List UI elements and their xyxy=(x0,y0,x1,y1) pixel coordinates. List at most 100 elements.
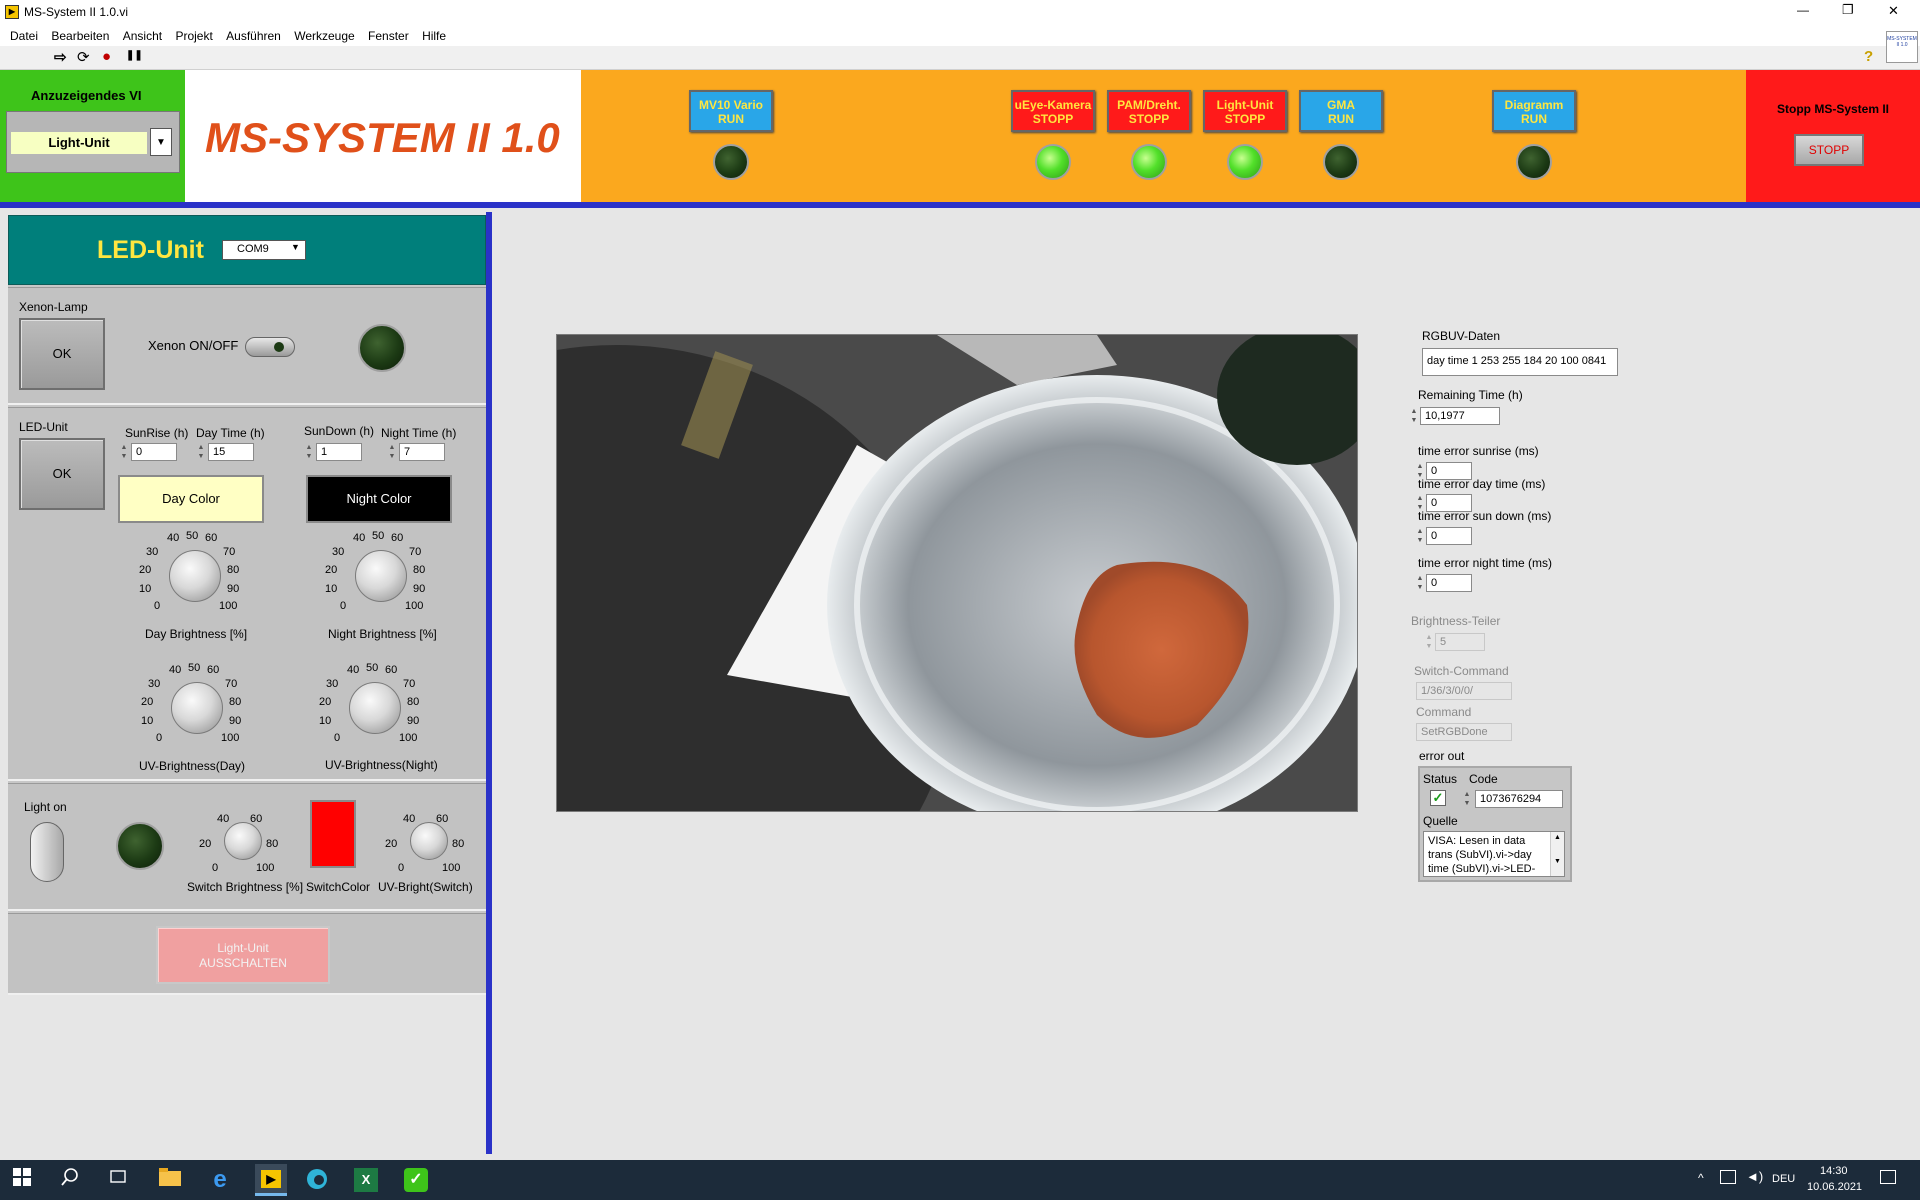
window-title: MS-System II 1.0.vi xyxy=(24,5,129,19)
maximize-button[interactable]: ❐ xyxy=(1842,2,1854,18)
vi-control-panel: MV10 Vario RUN uEye-Kamera STOPP PAM/Dreht… xyxy=(581,70,1746,202)
task-view-icon[interactable] xyxy=(106,1168,130,1192)
clock-time[interactable]: 14:30 xyxy=(1820,1165,1848,1177)
quelle-value: VISA: Lesen in data trans (SubVI).vi->da… xyxy=(1428,835,1536,875)
tray-chevron-icon[interactable]: ^ xyxy=(1698,1171,1704,1185)
menu-datei[interactable]: Datei xyxy=(0,25,38,43)
light-unit-ausschalten-button[interactable]: Light-Unit AUSSCHALTEN xyxy=(156,926,330,984)
xenon-toggle[interactable] xyxy=(245,337,295,357)
uv-day-knob[interactable]: 0 10 20 30 40 50 60 70 80 90 100 xyxy=(128,660,268,760)
day-color-swatch[interactable]: Day Color xyxy=(118,475,264,523)
vi-button-light-unit[interactable]: Light-Unit STOPP xyxy=(1203,90,1287,132)
light-on-label: Light on xyxy=(24,800,67,814)
err-sunrise-label: time error sunrise (ms) xyxy=(1418,444,1539,458)
menu-fenster[interactable]: Fenster xyxy=(358,25,409,43)
uv-switch-knob[interactable]: 0 20 40 60 80 100 xyxy=(374,800,474,880)
chevron-down-icon[interactable]: ▼ xyxy=(291,242,300,252)
switch-brightness-knob[interactable]: 0 20 40 60 80 100 xyxy=(188,800,288,880)
edge-icon[interactable] xyxy=(305,1168,329,1192)
led-gma xyxy=(1323,144,1359,180)
internet-explorer-icon[interactable]: e xyxy=(208,1168,232,1192)
taskbar: e ▶ X ✓ ^ ◄) DEU 14:30 10.06.2021 xyxy=(0,1160,1920,1200)
switch-color-swatch[interactable] xyxy=(310,800,356,868)
com-port-select[interactable]: COM9 ▼ xyxy=(222,240,306,260)
night-brightness-label: Night Brightness [%] xyxy=(328,627,437,641)
night-color-swatch[interactable]: Night Color xyxy=(306,475,452,523)
windows-start-icon[interactable] xyxy=(10,1168,34,1192)
vi-button-mv10[interactable]: MV10 Vario RUN xyxy=(689,90,773,132)
search-icon[interactable] xyxy=(58,1168,82,1192)
rgbuv-value: day time 1 253 255 184 20 100 0841 xyxy=(1422,348,1618,376)
app-title-panel: MS-SYSTEM II 1.0 xyxy=(185,70,581,202)
switch-brightness-label: Switch Brightness [%] xyxy=(187,880,304,894)
title-bar: ▶ MS-System II 1.0.vi — ❐ ✕ xyxy=(0,0,1920,25)
ledunit-ok-button[interactable]: OK xyxy=(19,438,105,510)
menu-bearbeiten[interactable]: Bearbeiten xyxy=(41,25,109,43)
err-sundown-spinner: ▲ ▼ xyxy=(1416,528,1424,544)
notification-icon[interactable] xyxy=(1880,1170,1896,1184)
header: Anzuzeigendes VI Light-Unit ▼ MS-SYSTEM … xyxy=(0,70,1920,202)
uv-switch-label: UV-Bright(Switch) xyxy=(378,880,473,894)
led-mv10 xyxy=(713,144,749,180)
language-indicator[interactable]: DEU xyxy=(1772,1173,1795,1185)
nighttime-spinner[interactable]: ▲ ▼ xyxy=(387,443,397,461)
clock-date[interactable]: 10.06.2021 xyxy=(1807,1181,1862,1193)
app-icon: ▶ xyxy=(5,5,19,19)
anzeige-label: Anzuzeigendes VI xyxy=(31,88,142,103)
menu-projekt[interactable]: Projekt xyxy=(165,25,212,43)
daytime-spinner[interactable]: ▲ ▼ xyxy=(196,443,206,461)
checkmark-app-icon[interactable]: ✓ xyxy=(404,1168,428,1192)
led-unit-title: LED-Unit xyxy=(97,236,204,264)
vi-button-diagramm[interactable]: Diagramm RUN xyxy=(1492,90,1576,132)
quelle-textbox: VISA: Lesen in data trans (SubVI).vi->da… xyxy=(1423,831,1565,877)
vi-select-value[interactable]: Light-Unit xyxy=(11,132,147,154)
menu-ansicht[interactable]: Ansicht xyxy=(113,25,162,43)
minimize-button[interactable]: — xyxy=(1797,3,1809,17)
sundown-spinner[interactable]: ▲ ▼ xyxy=(304,443,314,461)
menu-hilfe[interactable]: Hilfe xyxy=(412,25,446,43)
quelle-scrollbar[interactable]: ▲ ▼ xyxy=(1550,832,1564,876)
labview-icon[interactable]: ▶ xyxy=(255,1164,287,1196)
night-brightness-knob[interactable]: 0 10 20 30 40 50 60 70 80 90 100 xyxy=(312,528,452,628)
uv-night-knob[interactable]: 0 10 20 30 40 50 60 70 80 90 100 xyxy=(306,660,446,760)
chevron-down-icon[interactable]: ▼ xyxy=(150,128,172,156)
stop-button[interactable]: STOPP xyxy=(1794,134,1864,166)
menu-ausfuehren[interactable]: Ausführen xyxy=(216,25,281,43)
nighttime-input[interactable]: 7 xyxy=(399,443,445,461)
ledunit-label: LED-Unit xyxy=(19,420,68,434)
led-pam xyxy=(1131,144,1167,180)
code-spinner: ▲ ▼ xyxy=(1463,791,1471,807)
excel-icon[interactable]: X xyxy=(354,1168,378,1192)
vi-button-gma[interactable]: GMA RUN xyxy=(1299,90,1383,132)
run-continuously-icon[interactable]: ⟳ xyxy=(77,48,90,66)
abort-icon[interactable]: ● xyxy=(102,48,111,65)
vi-button-ueye[interactable]: uEye-Kamera STOPP xyxy=(1011,90,1095,132)
nighttime-label: Night Time (h) xyxy=(381,426,457,440)
stop-label: Stopp MS-System II xyxy=(1777,102,1890,116)
help-icon[interactable]: ? xyxy=(1864,48,1873,65)
vi-selector-panel: Anzuzeigendes VI Light-Unit ▼ xyxy=(0,70,185,202)
daytime-input[interactable]: 15 xyxy=(208,443,254,461)
sunrise-spinner[interactable]: ▲ ▼ xyxy=(119,443,129,461)
pause-icon[interactable]: ❚❚ xyxy=(126,50,143,61)
uv-night-label: UV-Brightness(Night) xyxy=(325,758,438,772)
code-value: 1073676294 xyxy=(1475,790,1563,808)
network-icon[interactable] xyxy=(1720,1170,1736,1184)
light-on-toggle[interactable] xyxy=(30,822,64,882)
day-brightness-knob[interactable]: 0 10 20 30 40 50 60 70 80 90 100 xyxy=(126,528,266,628)
vi-button-pam[interactable]: PAM/Dreht. STOPP xyxy=(1107,90,1191,132)
led-ueye xyxy=(1035,144,1071,180)
menu-werkzeuge[interactable]: Werkzeuge xyxy=(284,25,354,43)
file-explorer-icon[interactable] xyxy=(158,1168,182,1192)
sundown-input[interactable]: 1 xyxy=(316,443,362,461)
close-button[interactable]: ✕ xyxy=(1888,3,1899,19)
vi-select-frame: Light-Unit ▼ xyxy=(6,111,180,173)
xenon-ok-button[interactable]: OK xyxy=(19,318,105,390)
sunrise-input[interactable]: 0 xyxy=(131,443,177,461)
day-brightness-label: Day Brightness [%] xyxy=(145,627,248,641)
err-sundown-value: 0 xyxy=(1426,527,1472,545)
speaker-icon[interactable]: ◄) xyxy=(1746,1169,1763,1184)
run-arrow-icon[interactable]: ⇨ xyxy=(54,48,67,66)
xenon-lamp-label: Xenon-Lamp xyxy=(19,300,88,314)
led-diagramm xyxy=(1516,144,1552,180)
